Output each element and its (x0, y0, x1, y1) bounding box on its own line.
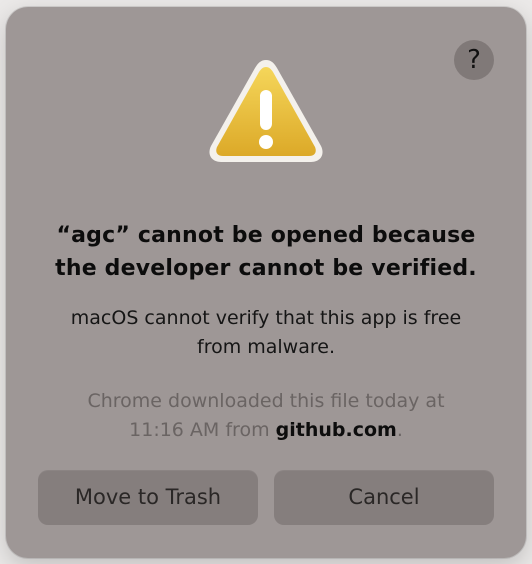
move-to-trash-button[interactable]: Move to Trash (38, 470, 258, 525)
help-question-icon: ? (467, 45, 481, 75)
dialog-message-line-2: from malware. (197, 336, 335, 358)
dialog-message: macOS cannot verify that this app is fre… (26, 304, 506, 362)
warning-triangle-icon (209, 60, 323, 162)
download-time-text: 11:16 AM from (129, 419, 276, 441)
dialog-title-line-1: “agc” cannot be opened because (56, 223, 476, 248)
cancel-button[interactable]: Cancel (274, 470, 494, 525)
dialog-message-line-1: macOS cannot verify that this app is fre… (70, 307, 462, 329)
download-info-line-2: 11:16 AM from github.com. (26, 416, 506, 445)
gatekeeper-alert-dialog: ? “agc” cannot be opened because the dev… (6, 7, 526, 558)
download-info: Chrome downloaded this file today at 11:… (26, 387, 506, 445)
help-button[interactable]: ? (454, 40, 494, 80)
download-info-line-1: Chrome downloaded this file today at (87, 390, 445, 412)
dialog-title: “agc” cannot be opened because the devel… (26, 219, 506, 285)
download-source-host: github.com (275, 419, 397, 441)
dialog-title-line-2: the developer cannot be verified. (55, 256, 477, 281)
download-info-period: . (396, 419, 403, 441)
